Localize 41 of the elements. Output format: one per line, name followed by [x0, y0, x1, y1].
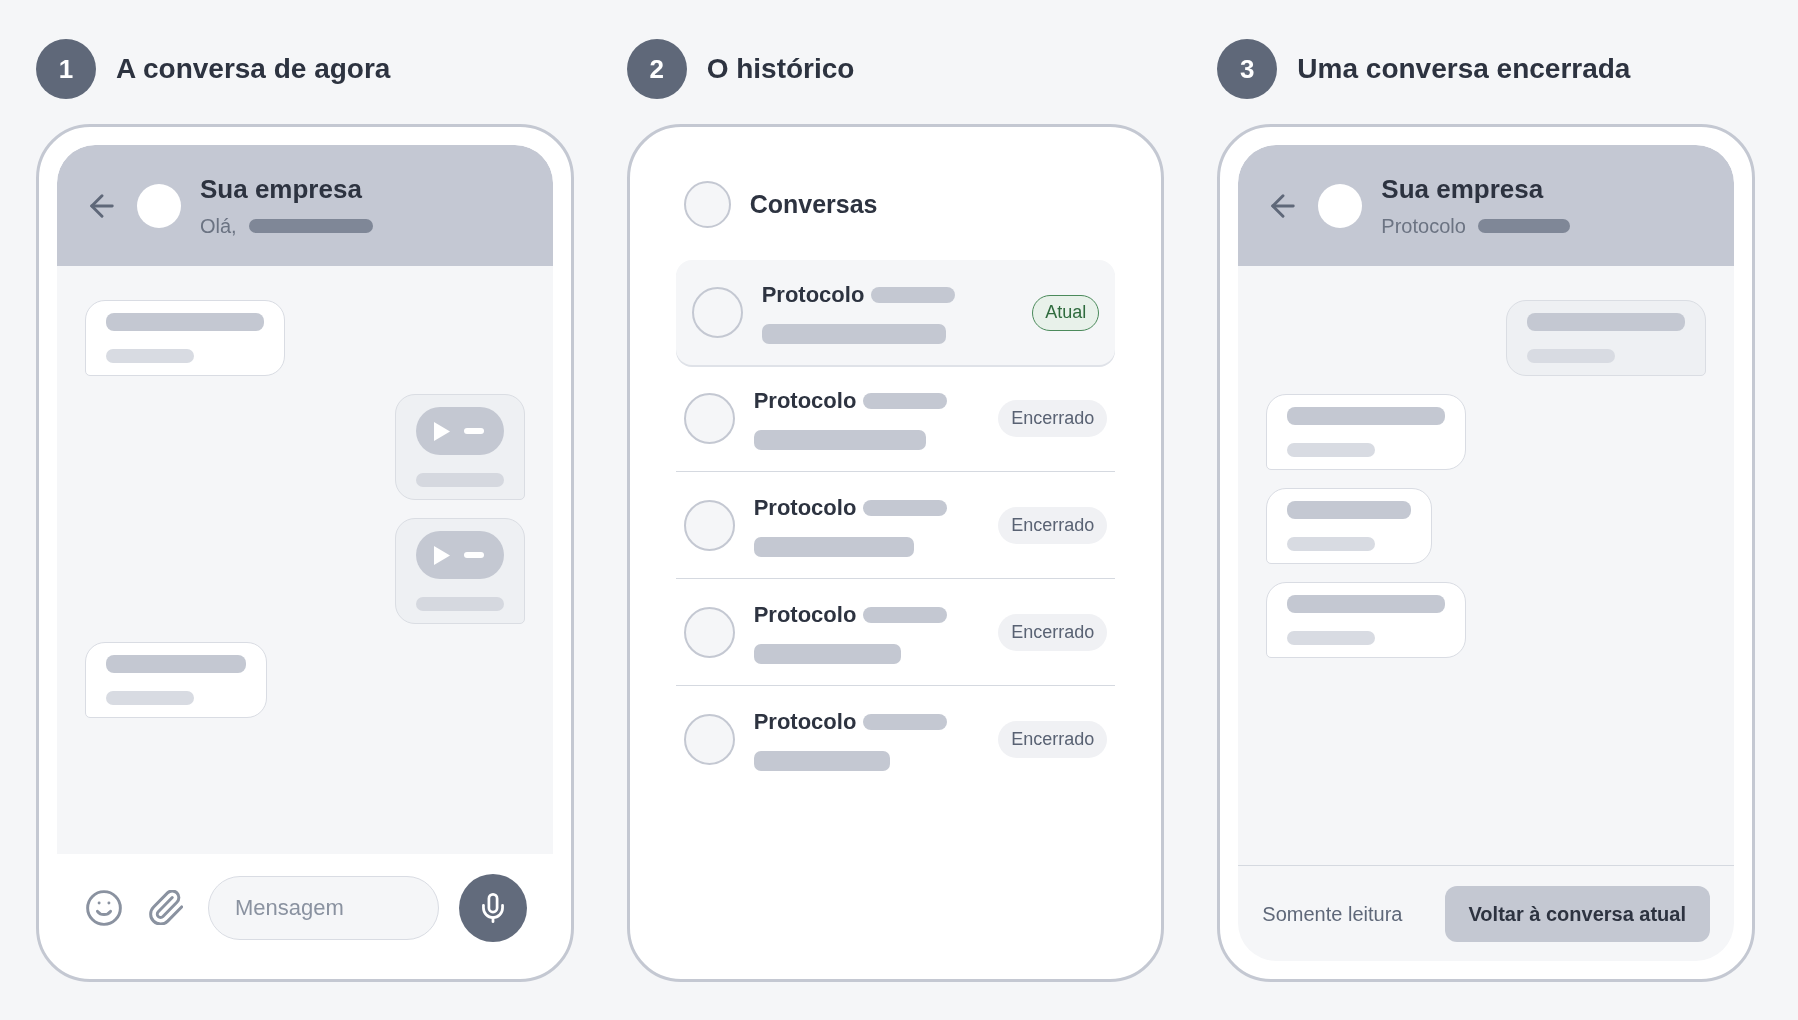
- back-to-current-button[interactable]: Voltar à conversa atual: [1444, 885, 1710, 942]
- protocol-label: Protocolo: [753, 600, 857, 629]
- step-number: 2: [626, 39, 687, 99]
- protocol-label: Protocolo: [753, 493, 857, 522]
- protocol-label: Protocolo: [753, 708, 857, 736]
- arrow-left-icon[interactable]: [1271, 193, 1296, 218]
- step-title: Uma conversa encerrada: [1297, 52, 1631, 86]
- status-badge: Encerrado: [998, 613, 1108, 651]
- play-icon[interactable]: [433, 545, 450, 565]
- smiley-icon[interactable]: [86, 889, 122, 926]
- audio-player[interactable]: [415, 531, 504, 579]
- step-number: 3: [1217, 39, 1278, 99]
- protocol-label: Protocolo: [753, 386, 857, 415]
- conversation-item[interactable]: Protocolo Atual: [675, 260, 1116, 365]
- contact-name: Sua empresa: [1381, 173, 1545, 205]
- avatar: [691, 287, 743, 338]
- audio-player[interactable]: [415, 407, 504, 455]
- avatar: [137, 183, 181, 228]
- status-badge: Encerrado: [998, 399, 1108, 437]
- step-title: A conversa de agora: [116, 52, 391, 86]
- header-subtitle: Protocolo: [1381, 214, 1466, 238]
- conversation-item[interactable]: Protocolo Encerrado: [675, 686, 1116, 793]
- status-badge: Encerrado: [998, 721, 1108, 758]
- protocol-label: Protocolo: [761, 281, 865, 309]
- play-icon[interactable]: [433, 421, 450, 441]
- contact-name: Sua empresa: [200, 173, 363, 205]
- status-badge: Atual: [1032, 294, 1100, 331]
- read-only-note: Somente leitura: [1262, 901, 1403, 927]
- paperclip-icon[interactable]: [149, 890, 183, 925]
- list-heading: Conversas: [749, 188, 878, 220]
- message-input[interactable]: Mensagem: [208, 875, 439, 940]
- conversation-item[interactable]: Protocolo Encerrado: [675, 472, 1116, 579]
- header-subtitle: Olá,: [200, 214, 237, 238]
- microphone-icon: [482, 892, 504, 923]
- avatar: [683, 714, 735, 765]
- conversation-item[interactable]: Protocolo Encerrado: [675, 365, 1116, 472]
- avatar: [683, 181, 731, 228]
- status-badge: Encerrado: [998, 506, 1108, 544]
- step-number: 1: [36, 39, 96, 99]
- conversation-item[interactable]: Protocolo Encerrado: [675, 579, 1116, 686]
- step-title: O histórico: [706, 52, 855, 86]
